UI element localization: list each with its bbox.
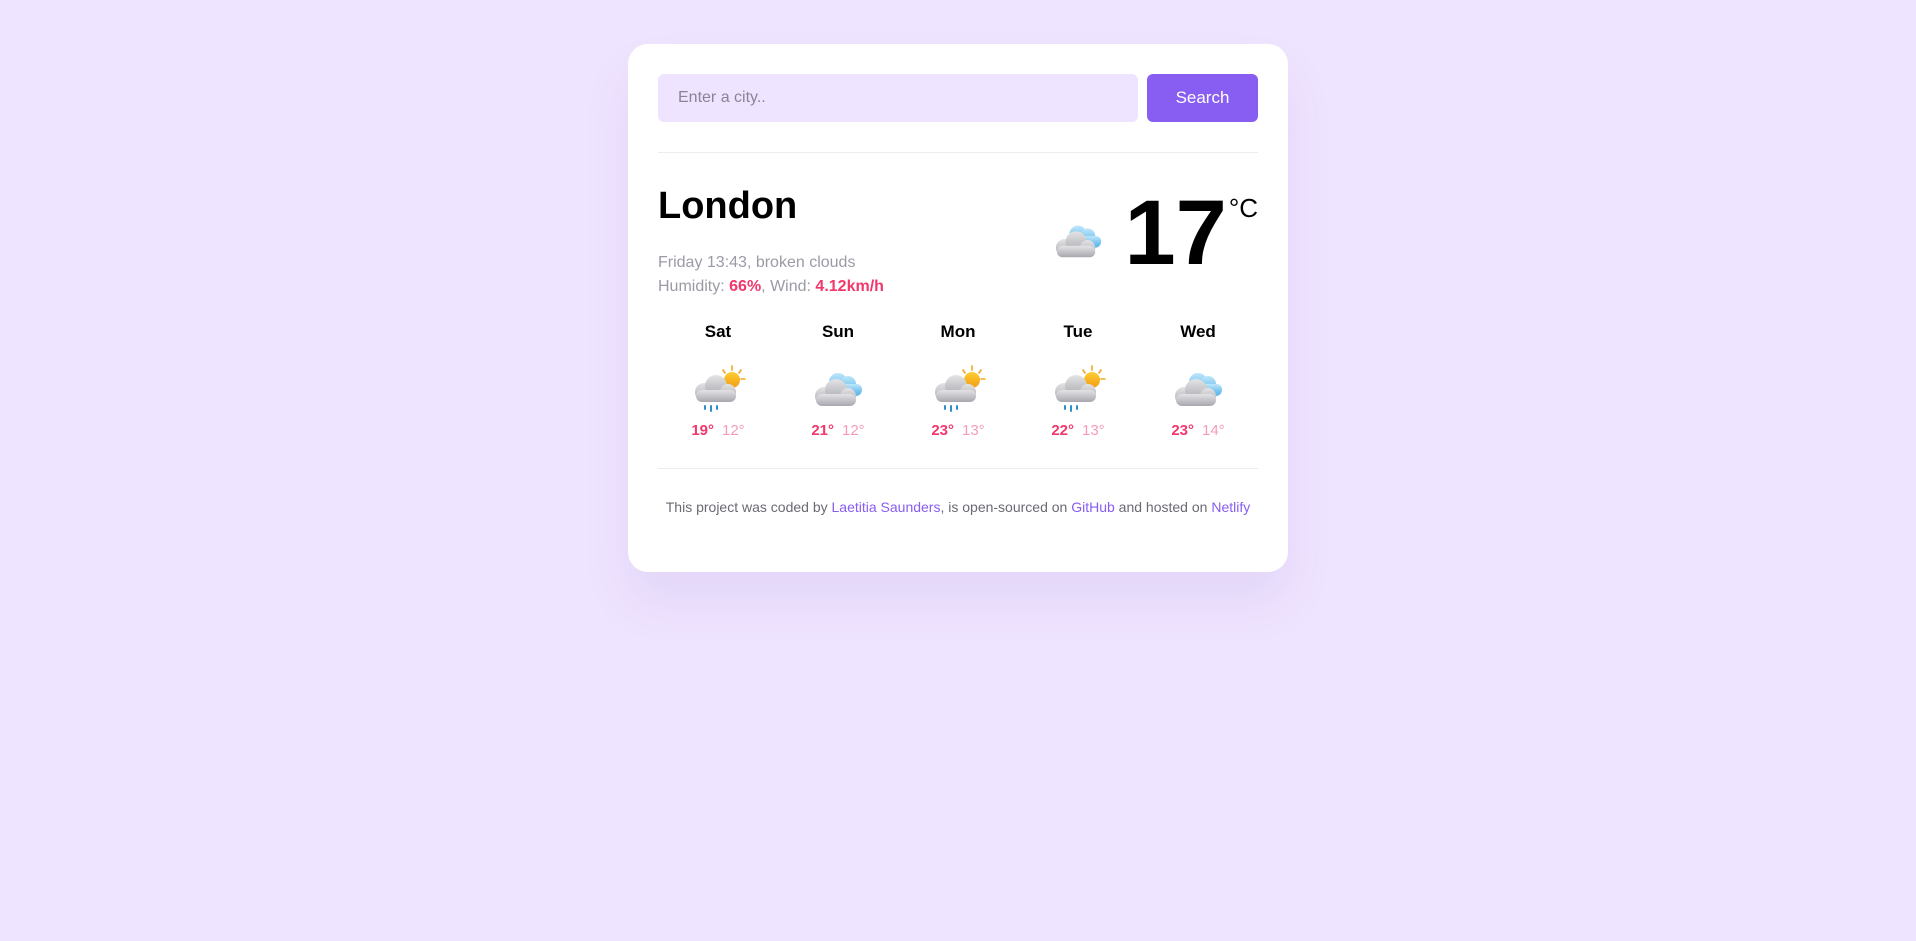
forecast-temps: 19° 12° (658, 422, 778, 439)
city-search-input[interactable] (658, 74, 1138, 122)
forecast-day-name: Tue (1063, 322, 1093, 341)
sun-cloud-rain-icon (928, 362, 988, 414)
forecast-max-temp: 22° (1051, 422, 1074, 439)
forecast: Sat 19° 12° Sun 21° 12° Mon 23° 13° Tue 22°… (658, 320, 1258, 439)
footer-text: , is open-sourced on (940, 499, 1072, 515)
forecast-day-name: Sat (704, 322, 732, 341)
weather-description: broken clouds (755, 254, 856, 271)
forecast-day: Sat 19° 12° (658, 320, 778, 439)
broken-clouds-icon (1048, 215, 1108, 265)
forecast-day: Sun 21° 12° (778, 320, 898, 439)
datetime-description: Friday 13:43, broken clouds (658, 254, 856, 271)
datetime: Friday 13:43 (658, 254, 747, 271)
wind-label: Wind: (770, 278, 811, 295)
forecast-day-name: Wed (1180, 322, 1216, 341)
temperature-unit: °C (1228, 193, 1258, 223)
forecast-temps: 21° 12° (778, 422, 898, 439)
temperature-value: 17 (1124, 182, 1227, 284)
forecast-max-temp: 19° (691, 422, 714, 439)
broken-clouds-icon (808, 362, 868, 414)
forecast-min-temp: 14° (1202, 422, 1225, 439)
forecast-day: Mon 23° 13° (898, 320, 1018, 439)
forecast-max-temp: 21° (811, 422, 834, 439)
city-name: London (658, 185, 798, 227)
wind-value: 4.12km/h (815, 278, 884, 295)
forecast-min-temp: 12° (722, 422, 745, 439)
current-weather: London Friday 13:43, broken clouds Humid… (658, 153, 1258, 313)
footer: This project was coded by Laetitia Saund… (658, 499, 1258, 515)
forecast-day: Tue 22° 13° (1018, 320, 1138, 439)
footer-text: and hosted on (1114, 499, 1212, 515)
sun-cloud-rain-icon (1048, 362, 1108, 414)
forecast-max-temp: 23° (1171, 422, 1194, 439)
forecast-min-temp: 13° (962, 422, 985, 439)
sun-cloud-rain-icon (688, 362, 748, 414)
author-link[interactable]: Laetitia Saunders (832, 499, 941, 515)
forecast-temps: 22° 13° (1018, 422, 1138, 439)
broken-clouds-icon (1168, 362, 1228, 414)
weather-card: Search London Friday 13:43, broken cloud… (628, 44, 1288, 572)
footer-text: This project was coded by (665, 499, 832, 515)
forecast-min-temp: 13° (1082, 422, 1105, 439)
humidity-value: 66% (729, 278, 762, 295)
forecast-temps: 23° 14° (1138, 422, 1258, 439)
netlify-link[interactable]: Netlify (1211, 499, 1250, 515)
forecast-day: Wed 23° 14° (1138, 320, 1258, 439)
current-temperature: 17 °C (1048, 187, 1258, 279)
github-link[interactable]: GitHub (1071, 499, 1115, 515)
divider (658, 468, 1258, 469)
forecast-day-name: Mon (940, 322, 976, 341)
humidity-label: Humidity: (658, 278, 725, 295)
forecast-day-name: Sun (821, 322, 855, 341)
search-form: Search (658, 74, 1258, 122)
forecast-min-temp: 12° (842, 422, 865, 439)
forecast-temps: 23° 13° (898, 422, 1018, 439)
weather-details: Friday 13:43, broken clouds Humidity: 66… (658, 251, 884, 299)
search-button[interactable]: Search (1147, 74, 1258, 122)
humidity-wind: Humidity: 66%, Wind: 4.12km/h (658, 278, 884, 295)
forecast-max-temp: 23° (931, 422, 954, 439)
